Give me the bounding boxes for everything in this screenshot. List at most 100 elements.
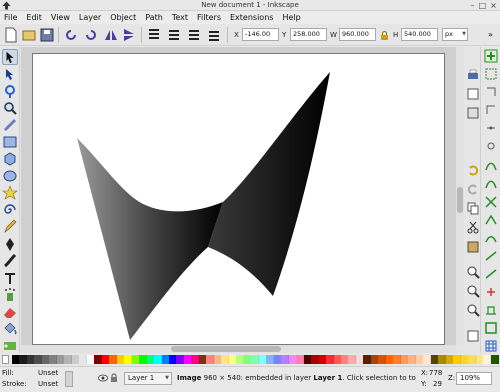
opacity-indicator[interactable]	[65, 371, 73, 387]
3d-box-tool-icon[interactable]	[2, 151, 18, 167]
close-icon[interactable]: ×	[489, 1, 498, 10]
snap-object-mid-icon[interactable]	[484, 267, 498, 281]
h-label: H	[393, 31, 399, 39]
horizontal-scrollbar[interactable]	[21, 345, 456, 353]
selector-tool-icon[interactable]	[2, 49, 18, 65]
menu-filters[interactable]: Filters	[197, 13, 221, 22]
zoom-drawing-icon[interactable]	[466, 284, 480, 298]
zoom-selection-icon[interactable]	[466, 265, 480, 279]
tweak-tool-icon[interactable]	[2, 83, 18, 99]
snap-cusp-icon[interactable]	[484, 213, 498, 227]
h-value: 540.000	[404, 30, 431, 38]
color-swatch[interactable]	[490, 355, 499, 364]
cut-icon[interactable]	[466, 220, 480, 234]
menu-path[interactable]: Path	[145, 13, 163, 22]
minimize-icon[interactable]: –	[468, 1, 477, 10]
snap-smooth-icon[interactable]	[484, 231, 498, 245]
zoom-field[interactable]: 109%	[456, 372, 492, 385]
snap-text-baseline-icon[interactable]	[484, 303, 498, 317]
rotate-ccw-icon[interactable]	[63, 27, 79, 43]
snap-bbox-icon[interactable]	[484, 67, 498, 81]
layer-select[interactable]: Layer 1 ▼	[124, 372, 172, 385]
node-tool-icon[interactable]	[2, 66, 18, 82]
maximize-icon[interactable]: □	[478, 1, 487, 10]
snap-line-mid-icon[interactable]	[484, 249, 498, 263]
print-icon[interactable]	[466, 68, 480, 82]
snap-bbox-edge-icon[interactable]	[484, 85, 498, 99]
flip-horizontal-icon[interactable]	[103, 27, 119, 43]
overflow-icon[interactable]: »	[488, 30, 493, 39]
gradient-tool-icon[interactable]	[2, 338, 18, 354]
menu-extensions[interactable]: Extensions	[230, 13, 273, 22]
rotate-cw-icon[interactable]	[83, 27, 99, 43]
star-tool-icon[interactable]	[2, 185, 18, 201]
snap-page-border-icon[interactable]	[484, 321, 498, 335]
flip-vertical-icon[interactable]	[121, 27, 137, 43]
snap-paths-icon[interactable]	[484, 177, 498, 191]
pencil-tool-icon[interactable]	[2, 219, 18, 235]
scrollbar-thumb[interactable]	[171, 346, 281, 352]
scrollbar-thumb[interactable]	[457, 187, 463, 213]
raise-to-top-icon[interactable]	[146, 27, 162, 43]
commands-bar: X -146.00 Y 258.000 W 960.000 H 540.000 …	[0, 24, 500, 46]
paste-icon[interactable]	[466, 239, 480, 253]
menu-text[interactable]: Text	[172, 13, 188, 22]
menu-view[interactable]: View	[51, 13, 70, 22]
new-document-icon[interactable]	[3, 27, 19, 43]
menu-file[interactable]: File	[4, 13, 17, 22]
measure-tool-icon[interactable]	[2, 117, 18, 133]
spiral-tool-icon[interactable]	[2, 202, 18, 218]
pen-tool-icon[interactable]	[2, 236, 18, 252]
snap-nodes-icon[interactable]	[484, 159, 498, 173]
rectangle-tool-icon[interactable]	[2, 134, 18, 150]
no-paint-swatch[interactable]	[2, 355, 9, 364]
redo-icon[interactable]	[466, 182, 480, 196]
lock-icon[interactable]	[380, 30, 389, 41]
fill-value[interactable]: Unset	[38, 369, 58, 377]
y-value: 258.000	[293, 30, 320, 38]
menu-object[interactable]: Object	[110, 13, 136, 22]
text-tool-icon[interactable]	[2, 270, 18, 286]
calligraphy-tool-icon[interactable]	[2, 253, 18, 269]
embedded-image[interactable]	[33, 54, 446, 345]
snap-center-icon[interactable]	[484, 139, 498, 153]
lock-icon[interactable]	[110, 373, 118, 383]
export-icon[interactable]	[466, 106, 480, 120]
eye-icon[interactable]	[98, 374, 108, 382]
x-field[interactable]: -146.00	[242, 28, 279, 41]
y-field[interactable]: 258.000	[290, 28, 327, 41]
zoom-value: 109%	[460, 374, 481, 382]
copy-icon[interactable]	[466, 201, 480, 215]
canvas-area[interactable]	[21, 47, 456, 345]
menu-edit[interactable]: Edit	[26, 13, 42, 22]
zoom-tool-icon[interactable]	[2, 100, 18, 116]
vertical-scrollbar[interactable]	[456, 47, 464, 345]
color-palette	[0, 354, 500, 365]
toolbox	[0, 47, 20, 353]
eraser-tool-icon[interactable]	[2, 304, 18, 320]
bucket-tool-icon[interactable]	[2, 321, 18, 337]
raise-icon[interactable]	[166, 27, 182, 43]
snap-grid-icon[interactable]	[484, 339, 498, 353]
save-icon[interactable]	[39, 27, 55, 43]
ellipse-tool-icon[interactable]	[2, 168, 18, 184]
spray-tool-icon[interactable]	[2, 287, 18, 303]
stroke-value[interactable]: Unset	[38, 380, 58, 388]
w-field[interactable]: 960.000	[339, 28, 376, 41]
menu-help[interactable]: Help	[282, 13, 300, 22]
h-field[interactable]: 540.000	[401, 28, 438, 41]
lower-to-bottom-icon[interactable]	[206, 27, 222, 43]
snap-rotation-center-icon[interactable]	[484, 285, 498, 299]
zoom-page-icon[interactable]	[466, 303, 480, 317]
open-file-icon[interactable]	[21, 27, 37, 43]
lower-icon[interactable]	[186, 27, 202, 43]
snap-midpoint-icon[interactable]	[484, 121, 498, 135]
undo-icon[interactable]	[466, 163, 480, 177]
snap-intersection-icon[interactable]	[484, 195, 498, 209]
duplicate-icon[interactable]	[466, 329, 480, 343]
import-icon[interactable]	[466, 87, 480, 101]
menu-layer[interactable]: Layer	[79, 13, 101, 22]
snap-toggle-icon[interactable]	[484, 49, 498, 63]
snap-corner-icon[interactable]	[484, 103, 498, 117]
unit-select[interactable]: px ▼	[442, 28, 468, 41]
